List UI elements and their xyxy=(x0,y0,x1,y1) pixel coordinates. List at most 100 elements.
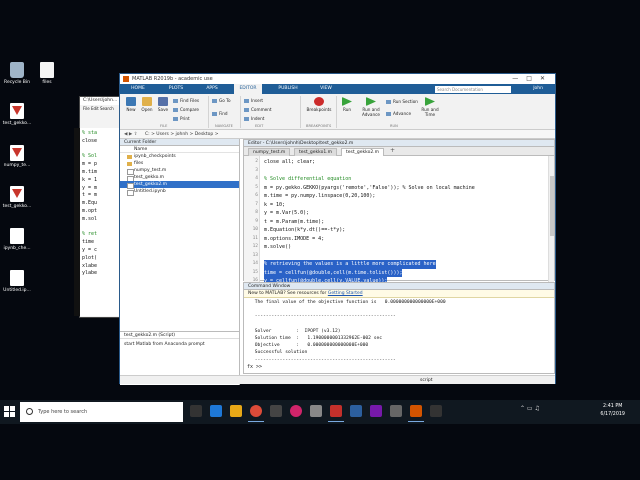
code-line-selected[interactable]: time = cellfun(@double,cell(m.time.tolis… xyxy=(264,268,403,277)
new-tab-button[interactable]: + xyxy=(390,147,395,154)
app-icon[interactable] xyxy=(390,405,402,417)
command-output-line: ----------------------------------------… xyxy=(252,314,396,320)
taskbar-search-box[interactable]: Type here to search xyxy=(20,402,183,422)
desktop-icon-untitled-ipynb[interactable]: Untitled.ip... xyxy=(2,270,32,293)
new-button[interactable]: New xyxy=(124,97,138,112)
getting-started-link[interactable]: Getting Started xyxy=(328,291,363,296)
app-icon[interactable] xyxy=(290,405,302,417)
code-line[interactable]: m.Equation(k*y.dt()==-t*y); xyxy=(264,226,345,235)
tab-publish[interactable]: PUBLISH xyxy=(274,84,302,94)
compare-button[interactable]: Compare xyxy=(173,107,199,112)
scrollbar-thumb[interactable] xyxy=(550,176,554,236)
background-code-line: y = c xyxy=(82,247,98,253)
file-row[interactable]: numpy_test.m xyxy=(120,167,239,175)
code-line[interactable]: m.time = py.numpy.linspace(0,20,100); xyxy=(264,192,375,201)
address-bar[interactable]: ◀ ▶ ⇧ C: > Users > johnh > Desktop > xyxy=(120,130,555,139)
background-code-line: plot( xyxy=(82,254,98,261)
insert-button[interactable]: Insert xyxy=(244,98,263,103)
background-code-line: time xyxy=(82,239,95,246)
code-line[interactable]: m.options.IMODE = 4; xyxy=(264,235,324,244)
background-code-line: m.sol xyxy=(82,215,98,222)
code-line[interactable]: y = m.Var(5.0); xyxy=(264,209,309,218)
window-controls[interactable]: —□✕ xyxy=(512,74,553,84)
code-line[interactable]: % Solve differential equation xyxy=(264,175,351,184)
task-view-icon[interactable] xyxy=(190,405,202,417)
matlab-taskbar-icon[interactable] xyxy=(408,405,424,422)
code-line[interactable]: t = m.Param(m.time); xyxy=(264,218,324,227)
code-line[interactable]: m = py.gekko.GEKKO(pyargs('remote','Fals… xyxy=(264,184,475,193)
background-code-line: % ret xyxy=(82,231,98,238)
code-line-selected[interactable]: % retrieving the values is a little more… xyxy=(264,260,436,269)
file-explorer-icon[interactable] xyxy=(230,405,242,417)
desktop-icon-label: files xyxy=(42,80,52,85)
onenote-icon[interactable] xyxy=(370,405,382,417)
taskbar-clock[interactable]: 2:41 PM 6/17/2019 xyxy=(600,403,625,419)
code-line[interactable]: m.solve() xyxy=(264,243,291,252)
nav-arrows-icon[interactable]: ◀ ▶ ⇧ xyxy=(120,132,138,137)
run-and-advance-button[interactable]: Run and Advance xyxy=(358,97,384,117)
editor-title: Editor - C:\Users\johnh\Desktop\test_gek… xyxy=(244,140,554,147)
code-line[interactable]: close all; clear; xyxy=(264,158,315,167)
goto-button[interactable]: Go To xyxy=(212,98,231,103)
advance-button[interactable]: Advance xyxy=(386,111,411,116)
matlab-window[interactable]: MATLAB R2019b - academic use —□✕ HOME PL… xyxy=(119,73,556,385)
matlab-titlebar[interactable]: MATLAB R2019b - academic use —□✕ xyxy=(120,74,555,84)
background-code-line: m = p xyxy=(82,161,98,168)
find-files-button[interactable]: Find Files xyxy=(173,98,199,103)
command-prompt[interactable]: fx >> xyxy=(247,364,262,370)
desktop-icon-test-gekko-pdf[interactable]: test_gekko... xyxy=(2,103,32,126)
editor-tab-active[interactable]: test_gekko2.m xyxy=(341,148,384,156)
save-button[interactable]: Save xyxy=(156,97,170,112)
tab-apps[interactable]: APPS xyxy=(198,84,226,94)
editor-ribbon: New Open Save Find Files Compare Print F… xyxy=(120,94,555,130)
find-button[interactable]: Find xyxy=(212,111,228,116)
user-menu[interactable]: John xyxy=(533,84,543,94)
editor-tab[interactable]: numpy_test.m xyxy=(248,148,291,156)
run-button[interactable]: Run xyxy=(340,97,354,112)
folder-row[interactable]: ipynb_checkpoints xyxy=(120,153,239,160)
file-row[interactable]: test_gekko.m xyxy=(120,174,239,182)
desktop-icon-ipynb-checkpoints[interactable]: ipynb_che... xyxy=(2,228,32,251)
command-window[interactable]: Command Window New to MATLAB? See resour… xyxy=(243,282,555,374)
open-button[interactable]: Open xyxy=(140,97,154,112)
app-icon[interactable] xyxy=(310,405,322,417)
indent-button[interactable]: Indent xyxy=(244,116,264,121)
name-column-header[interactable]: Name xyxy=(120,146,239,153)
desktop-icon-recycle-bin[interactable]: Recycle Bin xyxy=(2,62,32,85)
run-section-button[interactable]: Run Section xyxy=(386,99,418,104)
command-output-line: ----------------------------------------… xyxy=(252,357,396,363)
app-icon[interactable] xyxy=(350,405,362,417)
editor-tab[interactable]: test_gekko1.m xyxy=(294,148,337,156)
documentation-search-input[interactable]: Search Documentation xyxy=(435,85,511,93)
desktop-icon-files[interactable]: files xyxy=(32,62,62,85)
tab-editor[interactable]: EDITOR xyxy=(234,84,262,94)
folder-row[interactable]: files xyxy=(120,160,239,167)
ribbon-section-navigate: NAVIGATE xyxy=(215,124,233,128)
save-icon xyxy=(158,97,168,106)
desktop-icon-test-gekko2-pdf[interactable]: test_gekko... xyxy=(2,186,32,209)
tab-plots[interactable]: PLOTS xyxy=(162,84,190,94)
system-tray-icons[interactable]: ⌃ ▭ ♫ xyxy=(520,405,540,412)
tab-view[interactable]: VIEW xyxy=(312,84,340,94)
file-row-selected[interactable]: test_gekko2.m xyxy=(120,181,239,189)
print-button[interactable]: Print xyxy=(173,116,190,121)
line-number: 12 xyxy=(252,244,258,249)
app-icon[interactable] xyxy=(430,405,442,417)
editor-scrollbar[interactable] xyxy=(548,156,554,282)
open-folder-icon xyxy=(142,97,152,106)
windows-start-button[interactable] xyxy=(4,406,15,417)
folder-icon xyxy=(40,62,54,78)
run-and-time-button[interactable]: Run and Time xyxy=(418,97,442,117)
current-path[interactable]: C: > Users > johnh > Desktop > xyxy=(139,132,218,137)
code-area[interactable]: 2 close all; clear; 3 4 % Solve differential… xyxy=(244,156,554,282)
edge-browser-icon[interactable] xyxy=(210,405,222,417)
code-line[interactable]: k = 10; xyxy=(264,201,285,210)
tab-home[interactable]: HOME xyxy=(124,84,152,94)
breakpoints-button[interactable]: Breakpoints xyxy=(306,97,332,112)
store-icon[interactable] xyxy=(270,405,282,417)
file-row[interactable]: Untitled.ipynb xyxy=(120,188,239,196)
desktop-icon-numpy-pdf[interactable]: numpy_te... xyxy=(2,145,32,168)
comment-button[interactable]: Comment xyxy=(244,107,272,112)
chrome-browser-icon[interactable] xyxy=(248,405,264,422)
r-studio-icon[interactable] xyxy=(328,405,344,422)
